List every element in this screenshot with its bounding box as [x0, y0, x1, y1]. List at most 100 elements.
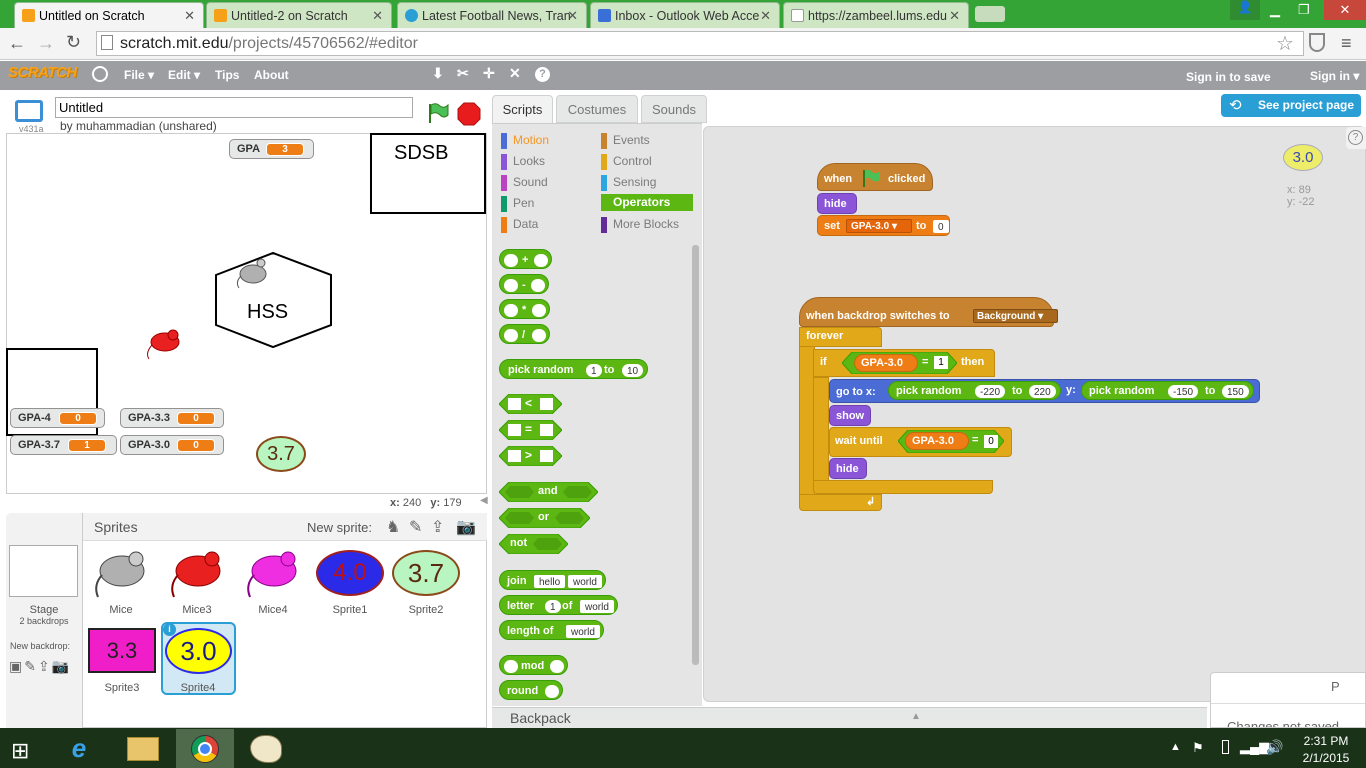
sign-in-to-save-link[interactable]: Sign in to save [1186, 70, 1271, 84]
close-icon[interactable]: ✕ [372, 8, 383, 24]
menu-file[interactable]: File ▾ [124, 68, 154, 82]
cut-icon[interactable]: ✂ [457, 65, 469, 82]
menu-tips[interactable]: Tips [215, 68, 239, 82]
variable-reporter[interactable]: GPA-3.0 [854, 354, 918, 372]
tray-up-arrow-icon[interactable]: ▲ [1170, 741, 1181, 753]
stage-thumbnail[interactable] [9, 545, 78, 597]
block-input[interactable]: 1 [586, 364, 602, 377]
globe-icon[interactable] [92, 66, 108, 82]
when-flag-clicked-block[interactable]: when clicked [817, 163, 933, 191]
gray-mouse-sprite[interactable] [233, 252, 273, 292]
block-input[interactable]: 10 [622, 364, 644, 377]
red-mouse-sprite[interactable] [143, 325, 185, 361]
close-icon[interactable]: ✕ [760, 8, 771, 24]
pick-random-block[interactable]: pick random 1 to 10 [499, 359, 648, 379]
backdrop-tools-icon[interactable]: ▣✎⇪📷 [9, 658, 71, 675]
mice3-thumbnail[interactable] [166, 545, 228, 601]
windows-start-icon[interactable]: ⊞ [11, 738, 29, 764]
scratch-logo[interactable]: SCRATCH [8, 64, 77, 81]
sprite2-thumbnail[interactable]: 3.7 [392, 550, 460, 596]
tab-scripts[interactable]: Scripts [492, 95, 553, 123]
category-more-blocks[interactable]: More Blocks [601, 217, 679, 233]
category-events[interactable]: Events [601, 133, 650, 149]
browser-tab[interactable]: Untitled-2 on Scratch ✕ [206, 2, 392, 28]
mice-thumbnail[interactable] [90, 545, 152, 601]
divide-block[interactable]: / [499, 324, 550, 344]
browser-tab[interactable]: https://zambeel.lums.edu ✕ [783, 2, 969, 28]
block-input[interactable]: -220 [975, 385, 1006, 398]
file-explorer-icon[interactable] [127, 737, 159, 761]
backdrop-dropdown[interactable]: Background ▾ [973, 309, 1059, 323]
clock-time[interactable]: 2:31 PM [1302, 734, 1350, 748]
minimize-icon[interactable]: ▁ [1270, 2, 1280, 18]
battery-icon[interactable] [1222, 740, 1229, 754]
stop-icon[interactable] [457, 102, 481, 126]
flag-tray-icon[interactable]: ⚑ [1192, 740, 1204, 756]
url-field[interactable]: scratch.mit.edu/projects/45706562/#edito… [96, 31, 1304, 56]
expand-icon[interactable]: ▲ [911, 711, 921, 722]
block-input[interactable]: world [566, 625, 600, 638]
forward-icon[interactable]: → [37, 33, 55, 54]
category-operators[interactable]: Operators [601, 194, 693, 211]
category-pen[interactable]: Pen [501, 196, 534, 212]
pick-random-x[interactable]: pick random -220 to 220 [888, 381, 1061, 400]
choose-sprite-icon[interactable]: ♞ [386, 517, 400, 537]
fullscreen-icon[interactable] [15, 100, 43, 122]
close-icon[interactable]: ✕ [567, 8, 578, 24]
see-project-page-button[interactable]: See project page [1221, 94, 1361, 117]
volume-icon[interactable]: 🔊 [1266, 739, 1283, 756]
duplicate-icon[interactable]: ⬇ [432, 65, 444, 82]
sprite4-thumbnail[interactable]: 3.0 [165, 628, 232, 674]
browser-tab[interactable]: Latest Football News, Tran ✕ [397, 2, 587, 28]
block-help-icon[interactable]: ? [1348, 130, 1363, 145]
category-sensing[interactable]: Sensing [601, 175, 656, 191]
hide-block[interactable]: hide [817, 193, 857, 214]
category-sound[interactable]: Sound [501, 175, 548, 191]
palette-scrollbar[interactable] [692, 245, 699, 665]
maximize-icon[interactable]: ❐ [1298, 2, 1310, 18]
add-block[interactable]: + [499, 249, 552, 269]
project-title-input[interactable] [55, 97, 413, 118]
browser-tab[interactable]: Untitled on Scratch ✕ [14, 2, 204, 28]
camera-sprite-icon[interactable]: 📷 [456, 517, 476, 537]
close-window-icon[interactable]: ✕ [1324, 0, 1366, 20]
category-data[interactable]: Data [501, 217, 538, 233]
category-looks[interactable]: Looks [501, 154, 545, 170]
block-input[interactable]: 1 [934, 356, 948, 369]
pick-random-y[interactable]: pick random -150 to 150 [1081, 381, 1254, 400]
backpack-bar[interactable] [492, 707, 1207, 728]
paint-sprite-icon[interactable]: ✎ [409, 517, 422, 537]
variable-reporter[interactable]: GPA-3.0 [905, 432, 969, 450]
sprite1-thumbnail[interactable]: 4.0 [316, 550, 384, 596]
multiply-block[interactable]: * [499, 299, 550, 319]
grow-icon[interactable]: ✛ [483, 65, 495, 82]
length-of-block[interactable]: length of world [499, 620, 604, 640]
bookmark-star-icon[interactable]: ☆ [1276, 31, 1294, 56]
subtract-block[interactable]: - [499, 274, 549, 294]
internet-explorer-icon[interactable]: e [64, 733, 94, 763]
sprite3-thumbnail[interactable]: 3.3 [88, 628, 156, 673]
browser-tab[interactable]: Inbox - Outlook Web Acce ✕ [590, 2, 780, 28]
new-tab-button[interactable] [975, 6, 1005, 22]
block-input[interactable]: 220 [1029, 385, 1056, 398]
variable-dropdown[interactable]: GPA-3.0 ▾ [846, 219, 912, 233]
menu-edit[interactable]: Edit ▾ [168, 68, 200, 82]
block-input[interactable]: hello [534, 575, 566, 588]
sign-in-link[interactable]: Sign in ▾ [1310, 69, 1359, 83]
user-icon[interactable]: 👤 [1230, 0, 1260, 20]
category-motion[interactable]: Motion [501, 133, 549, 149]
join-block[interactable]: join hello world [499, 570, 606, 590]
signal-icon[interactable]: ▂▄▆ [1240, 739, 1269, 755]
block-input[interactable]: 150 [1222, 385, 1249, 398]
block-input[interactable]: 0 [933, 220, 949, 233]
green-flag-icon[interactable] [426, 101, 450, 125]
block-input[interactable]: -150 [1168, 385, 1199, 398]
block-input[interactable]: 0 [984, 435, 998, 448]
paint-icon[interactable] [250, 735, 282, 763]
sprite2-on-stage[interactable]: 3.7 [256, 436, 306, 472]
shield-icon[interactable] [1309, 33, 1325, 52]
tab-costumes[interactable]: Costumes [556, 95, 638, 123]
when-backdrop-switches-block[interactable]: when backdrop switches to Background ▾ [799, 297, 1059, 327]
close-icon[interactable]: ✕ [184, 8, 195, 24]
clock-date[interactable]: 2/1/2015 [1298, 751, 1354, 765]
